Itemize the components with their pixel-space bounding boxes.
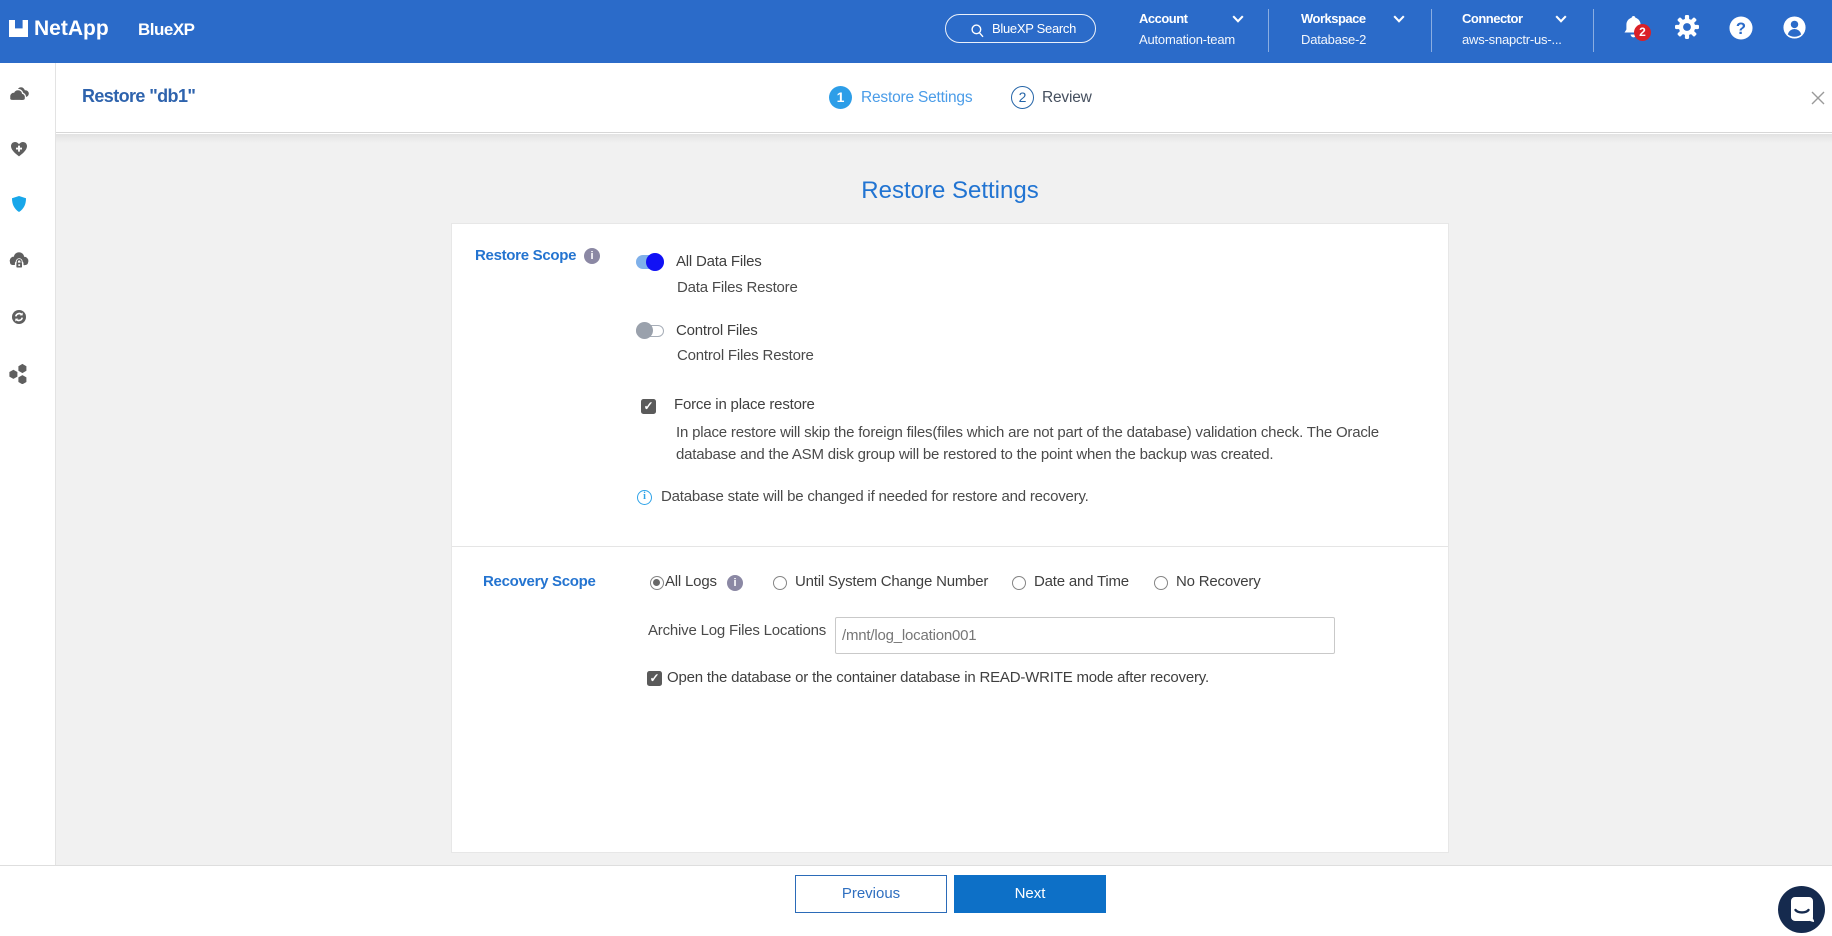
svg-text:?: ? xyxy=(1736,19,1746,38)
